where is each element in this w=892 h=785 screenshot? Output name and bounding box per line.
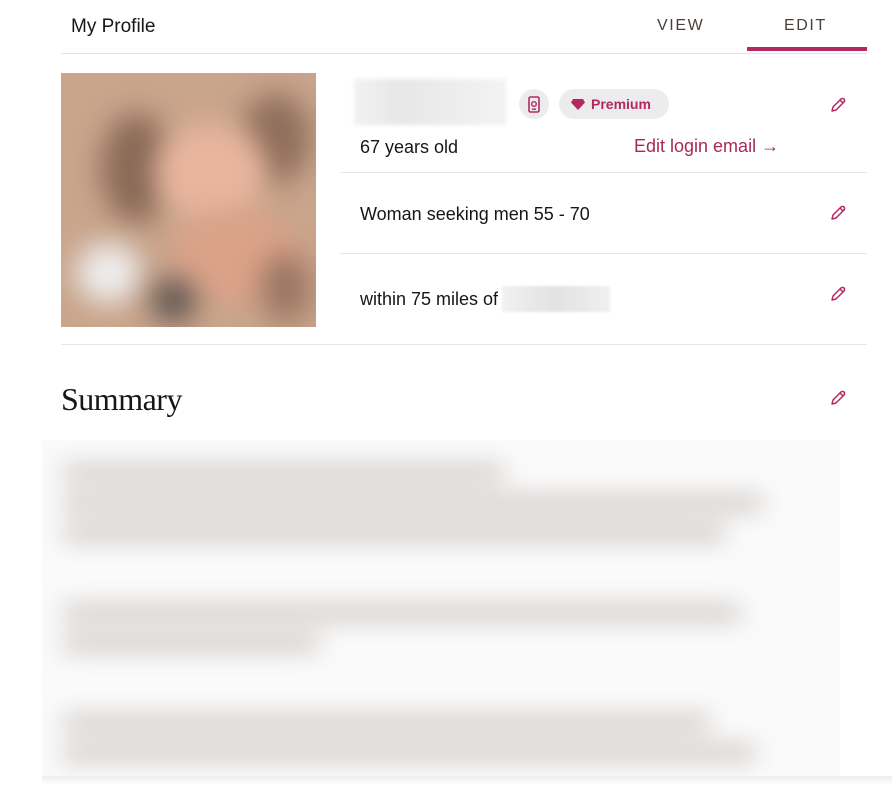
- phone-verified-badge: [519, 89, 549, 119]
- photo-blur-region: [76, 243, 141, 303]
- text-line: [62, 466, 505, 480]
- text-line: [62, 636, 321, 650]
- seeking-row: Woman seeking men 55 - 70: [340, 173, 867, 254]
- pencil-icon[interactable]: [829, 96, 847, 114]
- pencil-icon[interactable]: [829, 204, 847, 222]
- location-text: within 75 miles of: [360, 286, 611, 312]
- photo-blur-region: [261, 253, 311, 323]
- profile-info: Premium 67 years old Edit login email → …: [340, 53, 867, 345]
- page-header: My Profile VIEW EDIT: [61, 0, 867, 54]
- edit-login-email-link[interactable]: Edit login email →: [634, 136, 779, 157]
- tab-edit[interactable]: EDIT: [747, 17, 867, 35]
- pencil-icon[interactable]: [829, 389, 847, 407]
- premium-label: Premium: [591, 96, 651, 112]
- gem-icon: [571, 98, 585, 110]
- summary-text-redacted: [42, 440, 840, 777]
- text-line: [62, 716, 712, 730]
- profile-photo[interactable]: [61, 73, 316, 327]
- section-divider: [61, 344, 867, 345]
- pencil-icon[interactable]: [829, 285, 847, 303]
- summary-heading: Summary: [61, 381, 182, 417]
- text-line: [62, 746, 756, 760]
- summary-paragraph: [62, 700, 800, 776]
- photo-blur-region: [156, 123, 266, 223]
- summary-paragraph: [62, 450, 800, 556]
- location-row: within 75 miles of: [340, 254, 867, 345]
- profile-name-redacted: [354, 79, 506, 125]
- location-prefix: within 75 miles of: [360, 288, 499, 309]
- tab-edit-label: EDIT: [784, 17, 827, 34]
- premium-badge: Premium: [559, 89, 669, 119]
- seeking-text: Woman seeking men 55 - 70: [360, 204, 590, 224]
- text-line: [62, 526, 727, 540]
- text-line: [62, 496, 764, 510]
- page-title: My Profile: [71, 16, 156, 37]
- active-tab-indicator: [747, 47, 867, 51]
- text-line: [62, 606, 741, 620]
- location-redacted: [502, 286, 611, 312]
- basic-info-row: Premium 67 years old Edit login email →: [340, 53, 867, 173]
- age-text: 67 years old: [360, 137, 459, 157]
- phone-verified-icon: [528, 95, 540, 113]
- page-bottom-edge: [42, 776, 892, 785]
- photo-blur-region: [151, 278, 196, 323]
- tab-view[interactable]: VIEW: [657, 17, 704, 35]
- summary-paragraph: [62, 590, 800, 666]
